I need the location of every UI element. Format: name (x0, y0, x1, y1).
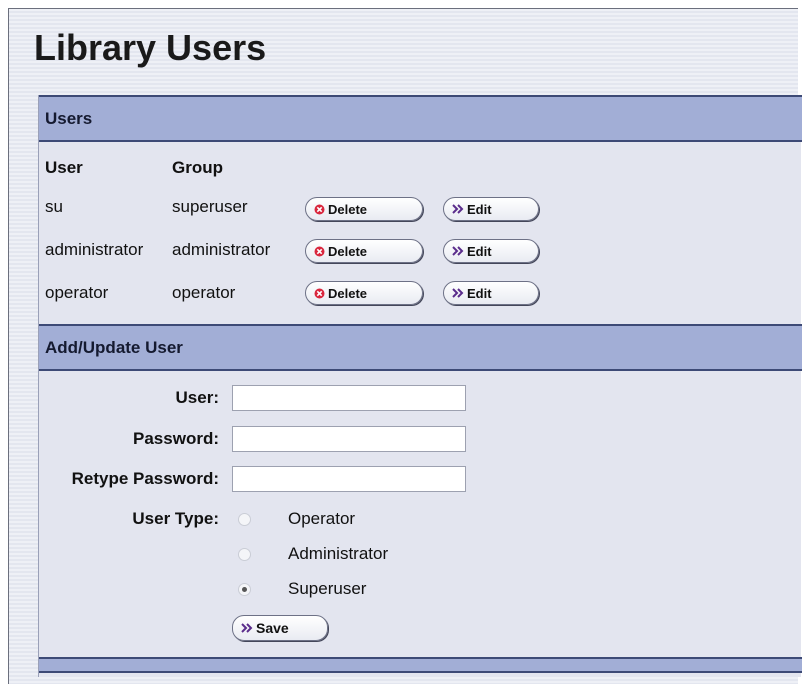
delete-button[interactable]: Delete (305, 239, 423, 263)
user-column-header: User (45, 158, 83, 177)
double-chevron-right-icon (452, 246, 464, 256)
administrator-radio[interactable] (238, 548, 251, 561)
group-cell: superuser (172, 197, 248, 216)
edit-button-label: Edit (467, 285, 492, 301)
delete-button-label: Delete (328, 201, 368, 217)
administrator-radio-label: Administrator (288, 544, 389, 563)
panel-footer-bar (39, 657, 802, 673)
password-field-label: Password: (133, 429, 219, 448)
retype-password-field-label: Retype Password: (71, 469, 219, 488)
superuser-radio[interactable] (238, 583, 251, 596)
users-section-header: Users (39, 95, 802, 142)
group-column-header: Group (172, 158, 223, 177)
double-chevron-right-icon (452, 288, 464, 298)
delete-icon (314, 246, 325, 257)
user-cell: administrator (45, 240, 144, 259)
delete-icon (314, 288, 325, 299)
user-cell: su (45, 197, 63, 216)
double-chevron-right-icon (241, 623, 253, 633)
group-cell: operator (172, 283, 236, 302)
page-frame: Library Users Users User Group su superu… (8, 8, 802, 684)
retype-password-input[interactable] (232, 466, 466, 492)
user-field-label: User: (175, 388, 219, 407)
group-cell: administrator (172, 240, 271, 259)
delete-button-label: Delete (328, 285, 368, 301)
save-button[interactable]: Save (232, 615, 328, 641)
add-update-section-header: Add/Update User (39, 324, 802, 371)
delete-button[interactable]: Delete (305, 197, 423, 221)
edit-button[interactable]: Edit (443, 197, 539, 221)
page-title: Library Users (34, 27, 267, 68)
user-input[interactable] (232, 385, 466, 411)
password-input[interactable] (232, 426, 466, 452)
save-button-label: Save (256, 620, 289, 636)
delete-button[interactable]: Delete (305, 281, 423, 305)
double-chevron-right-icon (452, 204, 464, 214)
delete-button-label: Delete (328, 243, 368, 259)
user-cell: operator (45, 283, 109, 302)
operator-radio-label: Operator (288, 509, 356, 528)
superuser-radio-label: Superuser (288, 579, 367, 598)
edit-button-label: Edit (467, 243, 492, 259)
users-panel: Users User Group su superuser Delete Edi… (38, 95, 802, 677)
edit-button[interactable]: Edit (443, 281, 539, 305)
delete-icon (314, 204, 325, 215)
edit-button-label: Edit (467, 201, 492, 217)
edit-button[interactable]: Edit (443, 239, 539, 263)
user-type-label: User Type: (132, 509, 219, 528)
operator-radio[interactable] (238, 513, 251, 526)
